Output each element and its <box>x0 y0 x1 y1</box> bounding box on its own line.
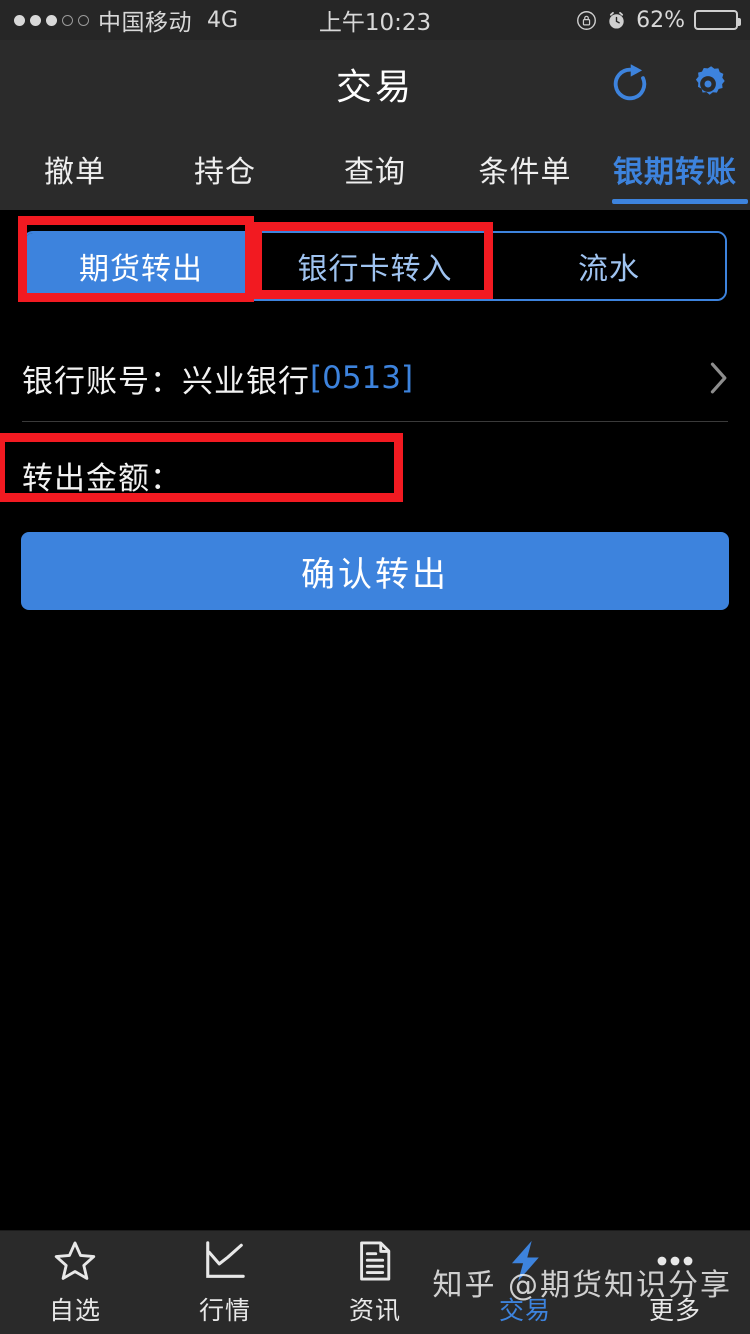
tab-active-underline <box>612 199 748 204</box>
transfer-mode-segmented-control: 期货转出 银行卡转入 流水 <box>23 231 727 301</box>
transfer-amount-input[interactable] <box>188 457 728 493</box>
bottom-tab-quotes[interactable]: 行情 <box>150 1238 300 1327</box>
refresh-icon[interactable] <box>608 62 652 106</box>
star-icon <box>54 1241 96 1280</box>
tab-label: 持仓 <box>194 155 256 190</box>
tab-query[interactable]: 查询 <box>300 128 450 210</box>
battery-icon <box>694 10 741 30</box>
bottom-tab-label: 交易 <box>498 1296 551 1325</box>
gear-icon[interactable] <box>686 62 730 106</box>
alarm-clock-icon <box>609 11 624 29</box>
bank-account-label: 银行账号：兴业银行 <box>22 363 310 400</box>
transfer-amount-label: 转出金额： <box>22 460 182 497</box>
bottom-tab-label: 自选 <box>48 1296 101 1325</box>
bottom-tab-trade[interactable]: 交易 <box>450 1238 600 1327</box>
bank-account-row[interactable]: 银行账号：兴业银行 [0513] <box>0 336 750 420</box>
bottom-tab-watchlist[interactable]: 自选 <box>0 1238 150 1327</box>
top-tab-strip: 撤单 持仓 查询 条件单 银期转账 <box>0 128 750 210</box>
tab-bank-futures-transfer[interactable]: 银期转账 <box>600 128 750 210</box>
bottom-tab-more[interactable]: 更多 <box>600 1238 750 1327</box>
transfer-amount-row: 转出金额： <box>0 436 750 514</box>
confirm-transfer-out-button[interactable]: 确认转出 <box>21 532 729 610</box>
tab-positions[interactable]: 持仓 <box>150 128 300 210</box>
segment-futures-transfer-out[interactable]: 期货转出 <box>25 233 259 299</box>
nav-actions <box>608 40 730 128</box>
document-icon <box>360 1241 391 1281</box>
app-root: 中国移动 4G 上午10:23 62% 交易 撤单 持仓 查询 条件单 银期转账… <box>0 0 750 1334</box>
tab-label: 撤单 <box>44 155 106 190</box>
segment-label: 期货转出 <box>79 252 203 287</box>
chevron-right-icon <box>710 362 727 394</box>
segment-transaction-flow[interactable]: 流水 <box>493 233 725 299</box>
ellipsis-icon <box>657 1256 693 1266</box>
segment-label: 银行卡转入 <box>297 252 453 287</box>
bottom-tab-news[interactable]: 资讯 <box>300 1238 450 1327</box>
lightning-bolt-icon <box>511 1240 539 1282</box>
segment-label: 流水 <box>578 252 640 287</box>
battery-percent-label: 62% <box>636 7 685 33</box>
tab-label: 查询 <box>344 155 406 190</box>
tab-label: 银期转账 <box>613 155 737 190</box>
bank-account-code: [0513] <box>310 360 414 396</box>
rotation-lock-icon <box>577 10 597 30</box>
row-divider <box>22 421 728 422</box>
line-chart-icon <box>206 1241 245 1278</box>
nav-bar: 交易 <box>0 40 750 128</box>
tab-conditional-order[interactable]: 条件单 <box>450 128 600 210</box>
bottom-tab-bar: 自选 行情 资讯 交易 更多 <box>0 1230 750 1334</box>
tab-label: 条件单 <box>478 155 572 190</box>
bottom-tab-label: 资讯 <box>348 1296 401 1325</box>
status-bar: 中国移动 4G 上午10:23 62% <box>0 0 750 40</box>
tab-cancel-order[interactable]: 撤单 <box>0 128 150 210</box>
segment-bank-card-transfer-in[interactable]: 银行卡转入 <box>259 233 493 299</box>
bottom-tab-label: 行情 <box>198 1296 251 1325</box>
status-bar-right: 62% <box>576 7 741 33</box>
content-area: 期货转出 银行卡转入 流水 银行账号：兴业银行 [0513] 转出金额： 确认转… <box>0 210 750 1230</box>
bottom-tab-label: 更多 <box>648 1296 701 1325</box>
